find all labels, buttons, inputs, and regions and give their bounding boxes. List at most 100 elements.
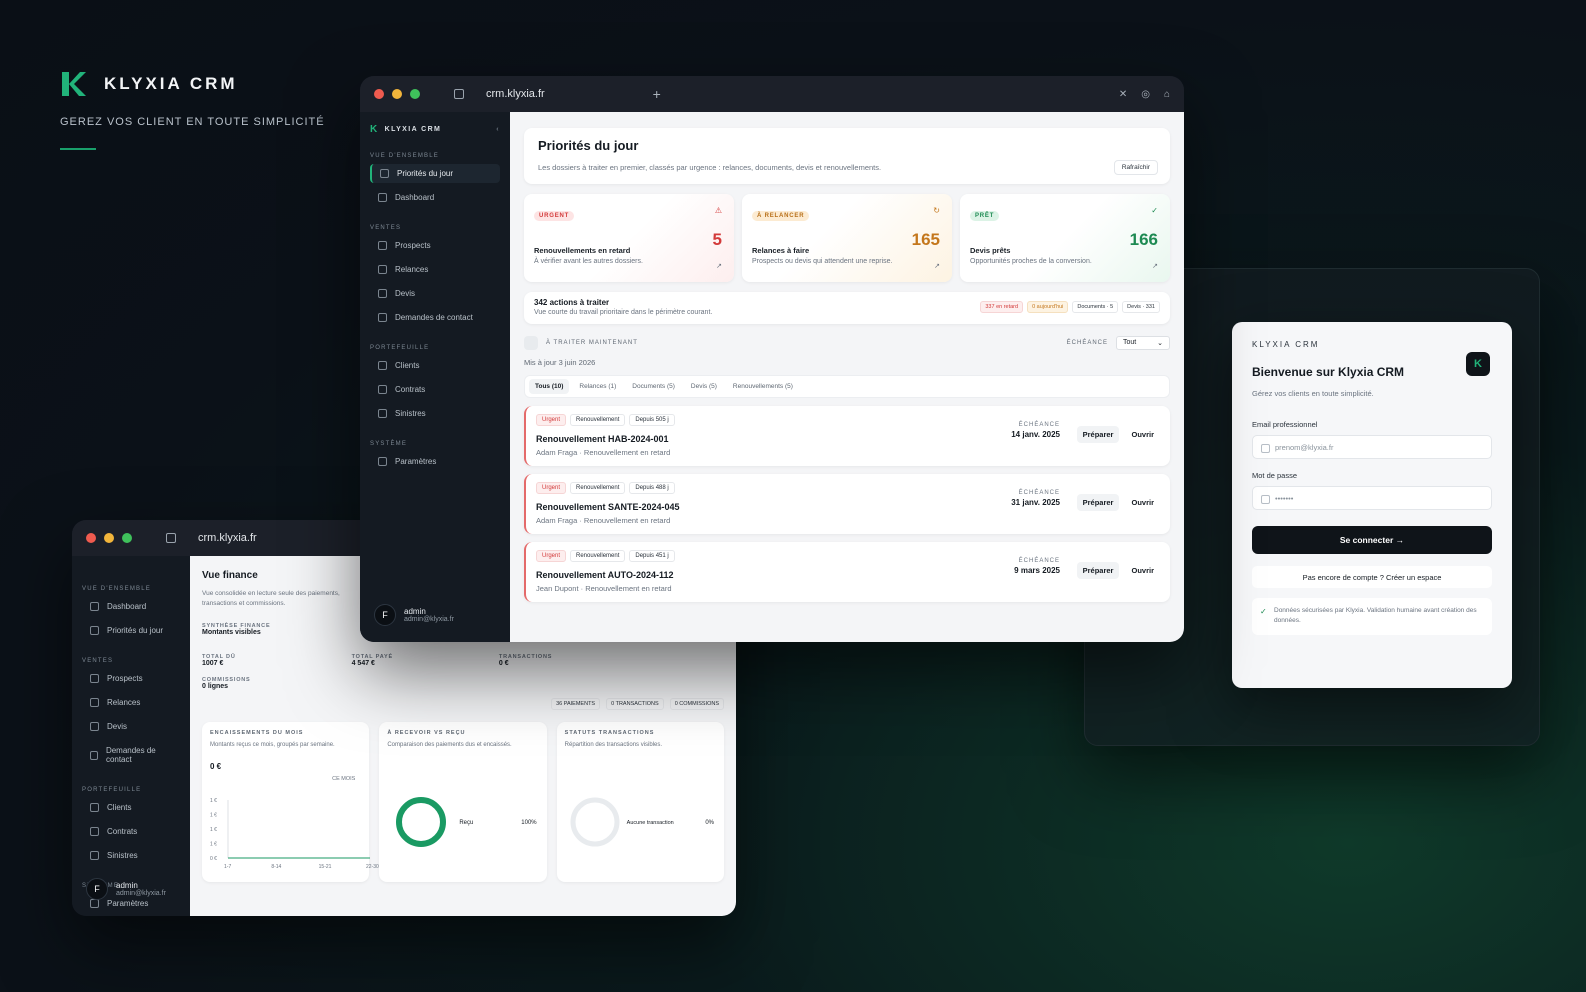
urgent-tag: Urgent (536, 482, 567, 494)
close-tab-icon[interactable]: ✕ (1119, 89, 1127, 100)
finance-panels: ENCAISSEMENTS DU MOIS Montants reçus ce … (202, 721, 724, 882)
signup-link[interactable]: Pas encore de compte ? Créer un espace (1252, 566, 1492, 588)
arrow-icon[interactable]: ↗ (1152, 262, 1158, 270)
sidebar-item-relances[interactable]: Relances (82, 693, 180, 712)
url-bar[interactable]: crm.klyxia.fr (198, 532, 257, 544)
chip-en-retard[interactable]: 337 en retard (980, 301, 1024, 313)
metric-transactions: TRANSACTIONS 0 € (498, 653, 553, 667)
user-card[interactable]: F admin admin@klyxia.fr (86, 878, 166, 900)
warning-icon: ⚠ (714, 206, 722, 215)
metric-total-paye: TOTAL PAYÉ 4 547 € (351, 653, 393, 667)
arrow-icon[interactable]: ↗ (716, 262, 722, 270)
x-tick-label: 15-21 (319, 864, 332, 870)
tab-renouvellements[interactable]: Renouvellements (5) (727, 379, 799, 394)
prepare-button[interactable]: Préparer (1076, 562, 1120, 579)
sidebar-item-contrats[interactable]: Contrats (82, 822, 180, 841)
url-bar[interactable]: crm.klyxia.fr (486, 88, 545, 100)
sidebar-item-priorites[interactable]: Priorités du jour (82, 621, 180, 640)
panel-statuts: STATUTS TRANSACTIONS Répartition des tra… (556, 721, 724, 882)
y-tick-label: 1 € (210, 812, 217, 818)
sidebar-item-contrats[interactable]: Contrats (370, 380, 500, 399)
security-note: Données sécurisées par Klyxia. Validatio… (1252, 598, 1492, 635)
user-name: admin (116, 881, 138, 890)
prepare-button[interactable]: Préparer (1076, 426, 1120, 443)
user-card[interactable]: F admin admin@klyxia.fr (374, 604, 454, 626)
sidebar-item-parametres[interactable]: Paramètres (370, 452, 500, 471)
sidebar-item-demandes[interactable]: Demandes de contact (370, 308, 500, 327)
arrow-icon[interactable]: ↗ (934, 262, 940, 270)
chip-devis[interactable]: Devis · 331 (1122, 301, 1160, 313)
stat-card-urgent[interactable]: URGENT ⚠ 5 Renouvellements en retard À v… (524, 194, 734, 282)
metric-total-du: TOTAL DÛ 1007 € (202, 653, 236, 667)
count-commissions: 0 COMMISSIONS (669, 697, 724, 710)
close-dot[interactable] (86, 533, 96, 543)
open-button[interactable]: Ouvrir (1125, 494, 1160, 511)
open-button[interactable]: Ouvrir (1125, 562, 1160, 579)
user-email: admin@klyxia.fr (404, 616, 454, 623)
tab-tous[interactable]: Tous (10) (529, 379, 570, 394)
password-field[interactable]: ••••••• (1252, 486, 1492, 510)
prospects-icon (378, 241, 387, 250)
actions-summary: 342 actions à traiter Vue courte du trav… (524, 292, 1170, 324)
y-tick-label: 0 € (210, 856, 217, 862)
sidebar-item-sinistres[interactable]: Sinistres (82, 846, 180, 865)
sidebar-item-devis[interactable]: Devis (82, 717, 180, 736)
check-icon: ✓ (1151, 206, 1158, 215)
list-item[interactable]: Urgent Renouvellement Depuis 451 j Renouve… (524, 542, 1170, 602)
type-tag: Renouvellement (570, 550, 626, 562)
klyxia-logo-icon (62, 72, 86, 96)
sidebar-item-dashboard[interactable]: Dashboard (82, 597, 180, 616)
close-dot[interactable] (374, 89, 384, 99)
echeance-select[interactable]: Tout ⌄ (1116, 336, 1170, 350)
maximize-dot[interactable] (410, 89, 420, 99)
encaissement-value: 0 € (210, 761, 222, 771)
relances-icon (378, 265, 387, 274)
email-field[interactable]: prenom@klyxia.fr (1252, 435, 1492, 459)
login-button[interactable]: Se connecter → (1252, 526, 1492, 554)
extension-icon[interactable]: ◎ (1141, 89, 1150, 100)
chevron-down-icon: ⌄ (1157, 340, 1163, 347)
recu-pct: 100% (521, 819, 537, 826)
new-tab-icon[interactable]: + (653, 86, 661, 102)
list-item[interactable]: Urgent Renouvellement Depuis 505 j Renouve… (524, 406, 1170, 466)
age-tag: Depuis 488 j (629, 482, 675, 494)
tab-relances[interactable]: Relances (1) (573, 379, 622, 394)
sidebar-item-devis[interactable]: Devis (370, 284, 500, 303)
prepare-button[interactable]: Préparer (1076, 494, 1120, 511)
sidebar-item-dashboard[interactable]: Dashboard (370, 188, 500, 207)
chip-aujourdhui[interactable]: 0 aujourd'hui (1027, 301, 1069, 313)
sidebar-item-clients[interactable]: Clients (370, 356, 500, 375)
refresh-button[interactable]: Rafraîchir (1113, 160, 1158, 175)
minimize-dot[interactable] (392, 89, 402, 99)
sidebar-item-relances[interactable]: Relances (370, 260, 500, 279)
encaissements-chart: 1 € 1 € 1 € 1 € 0 € 1-7 8-14 15-21 22-30 (210, 798, 379, 870)
list-item[interactable]: Urgent Renouvellement Depuis 488 j Renouve… (524, 474, 1170, 534)
due-date: 31 janv. 2025 (1011, 498, 1060, 507)
status-badge: À RELANCER (752, 211, 810, 221)
main-sidebar: K KLYXIA CRM ‹ VUE D'ENSEMBLE Priorités du… (360, 112, 510, 642)
urgent-tag: Urgent (536, 414, 567, 426)
sidebar-brand: K KLYXIA CRM ‹ (370, 124, 500, 135)
sidebar-item-demandes[interactable]: Demandes de contact (82, 741, 180, 769)
minimize-dot[interactable] (104, 533, 114, 543)
collapse-chevron-icon[interactable]: ‹ (496, 126, 500, 133)
cart-icon[interactable]: ⌂ (1164, 89, 1170, 100)
open-button[interactable]: Ouvrir (1125, 426, 1160, 443)
sidebar-item-prospects[interactable]: Prospects (82, 669, 180, 688)
priority-icon (90, 626, 99, 635)
chip-documents[interactable]: Documents · 5 (1072, 301, 1119, 313)
gear-icon (90, 899, 99, 908)
tab-devis[interactable]: Devis (5) (685, 379, 723, 394)
tabs: Tous (10) Relances (1) Documents (5) Dev… (524, 375, 1170, 398)
stat-card-pret[interactable]: PRÊT ✓ 166 Devis prêts Opportunités proc… (960, 194, 1170, 282)
item-title: Renouvellement HAB-2024-001 (536, 434, 669, 444)
sidebar-item-prospects[interactable]: Prospects (370, 236, 500, 255)
count-transactions: 0 TRANSACTIONS (606, 697, 664, 710)
sidebar-item-clients[interactable]: Clients (82, 798, 180, 817)
stat-card-relancer[interactable]: À RELANCER ↻ 165 Relances à faire Prospe… (742, 194, 952, 282)
sidebar-item-priorites[interactable]: Priorités du jour (370, 164, 500, 183)
brand-divider (60, 148, 96, 150)
sidebar-item-sinistres[interactable]: Sinistres (370, 404, 500, 423)
tab-documents[interactable]: Documents (5) (626, 379, 681, 394)
maximize-dot[interactable] (122, 533, 132, 543)
